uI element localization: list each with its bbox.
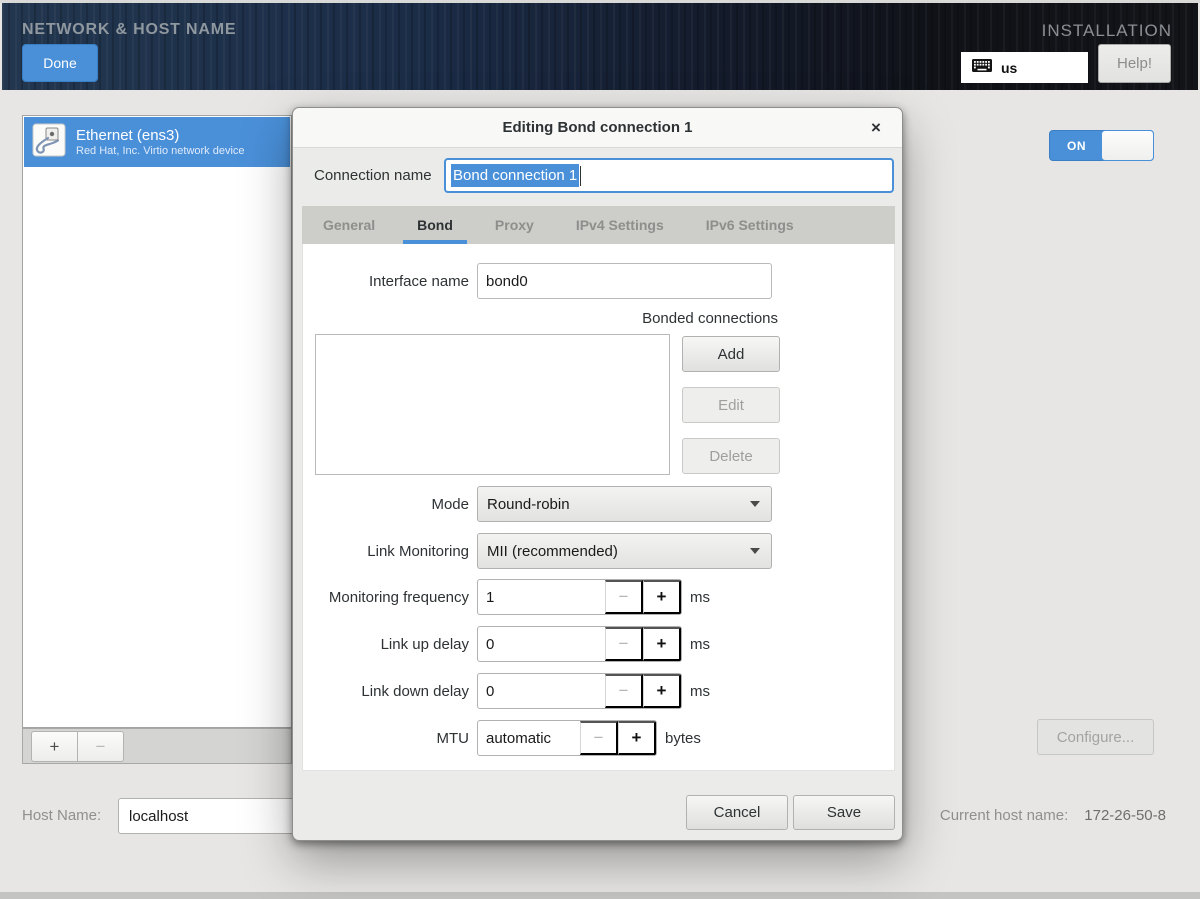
header-bar: NETWORK & HOST NAME Done INSTALLATION us… — [2, 3, 1198, 90]
keyboard-layout-indicator[interactable]: us — [961, 52, 1088, 83]
mtu-label: MTU — [303, 730, 477, 747]
page-title: NETWORK & HOST NAME — [22, 21, 236, 39]
mtu-unit: bytes — [665, 730, 701, 747]
connection-name-input[interactable]: Bond connection 1 — [444, 158, 894, 193]
mtu-stepper[interactable]: automatic − + — [477, 720, 657, 756]
keyboard-icon — [972, 59, 992, 77]
device-list-toolbar: + − — [22, 728, 292, 764]
dialog-tabbar: General Bond Proxy IPv4 Settings IPv6 Se… — [302, 206, 895, 244]
mtu-value: automatic — [478, 721, 580, 755]
help-button[interactable]: Help! — [1098, 44, 1171, 83]
mode-row: Mode Round-robin — [303, 486, 894, 522]
network-device-list[interactable]: Ethernet (ens3) Red Hat, Inc. Virtio net… — [22, 115, 292, 728]
monitoring-frequency-value: 1 — [478, 580, 605, 614]
text-caret — [580, 166, 581, 186]
edit-bonded-connection-button[interactable]: Edit — [682, 387, 780, 423]
interface-name-row: Interface name bond0 — [303, 263, 894, 299]
plus-icon[interactable]: + — [643, 674, 681, 708]
current-hostname-row: Current host name: 172-26-50-8 — [940, 807, 1166, 824]
mode-dropdown[interactable]: Round-robin — [477, 486, 772, 522]
bond-tab-panel: Interface name bond0 Bonded connections … — [302, 244, 895, 771]
done-button[interactable]: Done — [22, 44, 98, 82]
link-monitoring-dropdown[interactable]: MII (recommended) — [477, 533, 772, 569]
link-monitoring-label: Link Monitoring — [303, 543, 477, 560]
chevron-down-icon — [750, 501, 760, 507]
minus-icon[interactable]: − — [605, 674, 643, 708]
link-monitoring-row: Link Monitoring MII (recommended) — [303, 533, 894, 569]
current-hostname-label: Current host name: — [940, 807, 1068, 824]
minus-icon[interactable]: − — [605, 580, 643, 614]
chevron-down-icon — [750, 548, 760, 554]
tab-ipv4-settings[interactable]: IPv4 Settings — [555, 206, 685, 244]
connection-name-value: Bond connection 1 — [451, 164, 579, 187]
link-down-delay-unit: ms — [690, 683, 710, 700]
interface-name-input[interactable]: bond0 — [477, 263, 772, 299]
device-name: Ethernet (ens3) — [76, 127, 245, 146]
monitoring-frequency-unit: ms — [690, 589, 710, 606]
mode-label: Mode — [303, 496, 477, 513]
configure-button[interactable]: Configure... — [1037, 719, 1154, 755]
toggle-handle[interactable] — [1101, 130, 1154, 161]
screen-bottom-edge — [0, 892, 1200, 899]
interface-name-label: Interface name — [303, 273, 477, 290]
save-button[interactable]: Save — [793, 795, 895, 830]
link-monitoring-value: MII (recommended) — [487, 543, 618, 560]
minus-icon[interactable]: − — [605, 627, 643, 661]
mtu-row: MTU automatic − + bytes — [303, 720, 894, 756]
ethernet-icon — [32, 123, 66, 162]
plus-icon[interactable]: + — [643, 580, 681, 614]
tab-bond[interactable]: Bond — [396, 206, 474, 244]
edit-bond-dialog: Editing Bond connection 1 × Connection n… — [292, 107, 903, 841]
link-up-delay-unit: ms — [690, 636, 710, 653]
link-up-delay-stepper[interactable]: 0 − + — [477, 626, 682, 662]
monitoring-frequency-row: Monitoring frequency 1 − + ms — [303, 579, 894, 615]
toggle-on-label: ON — [1050, 131, 1103, 160]
plus-icon[interactable]: + — [643, 627, 681, 661]
add-bonded-connection-button[interactable]: Add — [682, 336, 780, 372]
add-device-button[interactable]: + — [31, 731, 78, 762]
close-icon[interactable]: × — [861, 108, 891, 148]
hostname-label: Host Name: — [22, 807, 101, 824]
current-hostname-value: 172-26-50-8 — [1084, 807, 1166, 824]
mode-value: Round-robin — [487, 496, 570, 513]
monitoring-frequency-label: Monitoring frequency — [303, 589, 477, 606]
link-down-delay-value: 0 — [478, 674, 605, 708]
connection-name-label: Connection name — [314, 167, 432, 184]
tab-general[interactable]: General — [302, 206, 396, 244]
remove-device-button[interactable]: − — [77, 731, 124, 762]
tab-proxy[interactable]: Proxy — [474, 206, 555, 244]
network-on-off-toggle[interactable]: ON — [1049, 130, 1154, 161]
dialog-title: Editing Bond connection 1 — [503, 119, 693, 136]
device-description: Red Hat, Inc. Virtio network device — [76, 145, 245, 157]
link-up-delay-value: 0 — [478, 627, 605, 661]
minus-icon[interactable]: − — [580, 721, 618, 755]
link-down-delay-row: Link down delay 0 − + ms — [303, 673, 894, 709]
link-down-delay-stepper[interactable]: 0 − + — [477, 673, 682, 709]
plus-icon[interactable]: + — [618, 721, 656, 755]
cancel-button[interactable]: Cancel — [686, 795, 788, 830]
tab-ipv6-settings[interactable]: IPv6 Settings — [685, 206, 815, 244]
delete-bonded-connection-button[interactable]: Delete — [682, 438, 780, 474]
dialog-titlebar[interactable]: Editing Bond connection 1 × — [293, 108, 902, 148]
installation-label: INSTALLATION — [1042, 21, 1172, 41]
bonded-connections-label: Bonded connections — [642, 310, 778, 327]
link-up-delay-row: Link up delay 0 − + ms — [303, 626, 894, 662]
keyboard-layout-value: us — [1001, 60, 1017, 76]
connection-name-row: Connection name Bond connection 1 — [314, 158, 894, 193]
link-up-delay-label: Link up delay — [303, 636, 477, 653]
bonded-connections-list[interactable] — [315, 334, 670, 475]
link-down-delay-label: Link down delay — [303, 683, 477, 700]
monitoring-frequency-stepper[interactable]: 1 − + — [477, 579, 682, 615]
device-list-item-ethernet[interactable]: Ethernet (ens3) Red Hat, Inc. Virtio net… — [24, 117, 290, 167]
